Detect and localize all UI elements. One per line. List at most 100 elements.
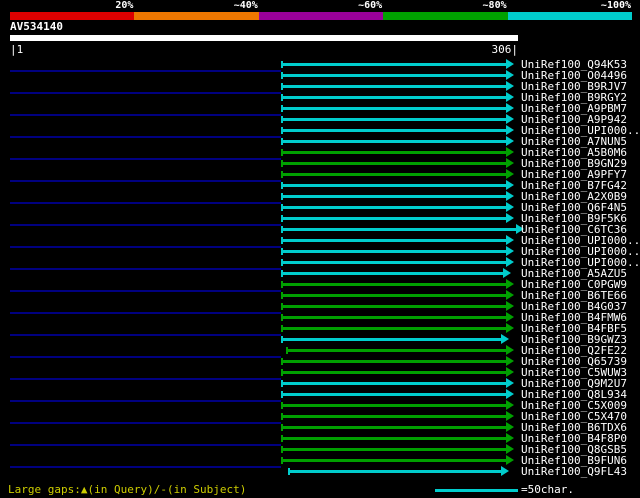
hit-bar-arrow-icon	[506, 323, 515, 333]
gap-line	[10, 158, 282, 160]
gap-line	[10, 224, 282, 226]
hit-bar-arrow-icon	[506, 345, 515, 355]
gap-line	[10, 290, 282, 292]
gap-line	[10, 202, 282, 204]
hit-bar-arrow-icon	[506, 433, 515, 443]
hit-bar-arrow-icon	[501, 334, 510, 344]
hit-bar-line	[281, 96, 507, 99]
hit-bar-line	[281, 173, 507, 176]
hit-bar-line	[281, 228, 517, 231]
hit-bar-arrow-icon	[501, 466, 510, 476]
hit-bar-arrow-icon	[506, 114, 515, 124]
hit-bar-line	[281, 195, 507, 198]
hit-bar-line	[281, 437, 507, 440]
hit-bar-line	[281, 217, 507, 220]
hit-bar-arrow-icon	[506, 389, 515, 399]
hit-rows: UniRef100_Q94K53 UniRef100_O04496 UniRef10…	[0, 0, 640, 498]
hit-bar-line	[281, 393, 507, 396]
hit-bar-arrow-icon	[506, 125, 515, 135]
hit-bar-arrow-icon	[506, 202, 515, 212]
hit-bar-arrow-icon	[506, 103, 515, 113]
gap-line	[10, 400, 282, 402]
hit-bar-arrow-icon	[506, 213, 515, 223]
hit-bar-line	[281, 63, 507, 66]
gap-line	[10, 180, 282, 182]
hit-bar-arrow-icon	[506, 400, 515, 410]
hit-bar-arrow-icon	[506, 59, 515, 69]
hit-bar-line	[281, 316, 507, 319]
hit-bar-line	[281, 151, 507, 154]
hit-bar-arrow-icon	[506, 279, 515, 289]
hit-bar-line	[281, 327, 507, 330]
hit-bar-arrow-icon	[506, 356, 515, 366]
scale-legend-line	[435, 489, 518, 492]
hit-bar-arrow-icon	[506, 235, 515, 245]
hit-bar-line	[281, 129, 507, 132]
hit-bar-arrow-icon	[506, 290, 515, 300]
hit-bar-line	[281, 426, 507, 429]
hit-bar-arrow-icon	[506, 169, 515, 179]
hit-bar-arrow-icon	[506, 147, 515, 157]
hit-bar-line	[281, 85, 507, 88]
hit-bar-arrow-icon	[506, 191, 515, 201]
gaps-legend: Large gaps:▲(in Query)/-(in Subject)	[8, 483, 247, 496]
hit-bar-line	[281, 118, 507, 121]
hit-bar-arrow-icon	[506, 455, 515, 465]
hit-bar-arrow-icon	[506, 70, 515, 80]
hit-bar-line	[281, 448, 507, 451]
hit-bar-line	[281, 283, 507, 286]
hit-bar-line	[281, 162, 507, 165]
hit-bar-arrow-icon	[506, 180, 515, 190]
scale-legend-label: =50char.	[521, 483, 574, 496]
hit-bar-arrow-icon	[506, 301, 515, 311]
hit-bar-arrow-icon	[506, 378, 515, 388]
gap-line	[10, 136, 282, 138]
hit-bar-line	[281, 459, 507, 462]
hit-bar-line	[281, 107, 507, 110]
gap-line	[10, 246, 282, 248]
hit-bar-line	[281, 294, 507, 297]
hit-bar-line	[281, 261, 507, 264]
gap-line	[10, 466, 282, 468]
hit-bar-line	[281, 140, 507, 143]
hit-bar-line	[281, 74, 507, 77]
hit-bar-line	[281, 250, 507, 253]
blast-graphic-overview: 20% ~40% ~60% ~80% ~100% AV534140 |1 306| Un…	[0, 0, 640, 498]
hit-bar-line	[281, 272, 503, 275]
hit-bar-arrow-icon	[506, 422, 515, 432]
gap-line	[10, 70, 282, 72]
hit-bar-line	[281, 415, 507, 418]
hit-bar-line	[286, 349, 507, 352]
hit-bar-line	[281, 239, 507, 242]
gap-line	[10, 92, 282, 94]
hit-bar-arrow-icon	[506, 444, 515, 454]
hit-bar-arrow-icon	[506, 158, 515, 168]
hit-bar-arrow-icon	[506, 257, 515, 267]
hit-bar-line	[281, 371, 507, 374]
hit-bar-line	[281, 206, 507, 209]
hit-bar-arrow-icon	[503, 268, 511, 278]
hit-label[interactable]: UniRef100_Q9FL43	[521, 466, 627, 477]
gap-line	[10, 268, 282, 270]
hit-bar-line	[288, 470, 502, 473]
hit-bar-arrow-icon	[506, 411, 515, 421]
hit-bar-line	[281, 382, 507, 385]
gap-line	[10, 422, 282, 424]
gap-line	[10, 378, 282, 380]
hit-bar-arrow-icon	[506, 136, 515, 146]
gap-line	[10, 334, 282, 336]
hit-bar-arrow-icon	[506, 81, 515, 91]
hit-bar-arrow-icon	[506, 92, 515, 102]
hit-bar-arrow-icon	[506, 367, 515, 377]
hit-bar-line	[281, 338, 502, 341]
hit-bar-arrow-icon	[506, 246, 515, 256]
gap-line	[10, 444, 282, 446]
hit-bar-arrow-icon	[506, 312, 515, 322]
gap-line	[10, 114, 282, 116]
hit-bar-line	[281, 404, 507, 407]
gap-line	[10, 312, 282, 314]
hit-bar-line	[281, 305, 507, 308]
gap-line	[10, 356, 282, 358]
hit-bar-line	[281, 184, 507, 187]
hit-bar-line	[281, 360, 507, 363]
